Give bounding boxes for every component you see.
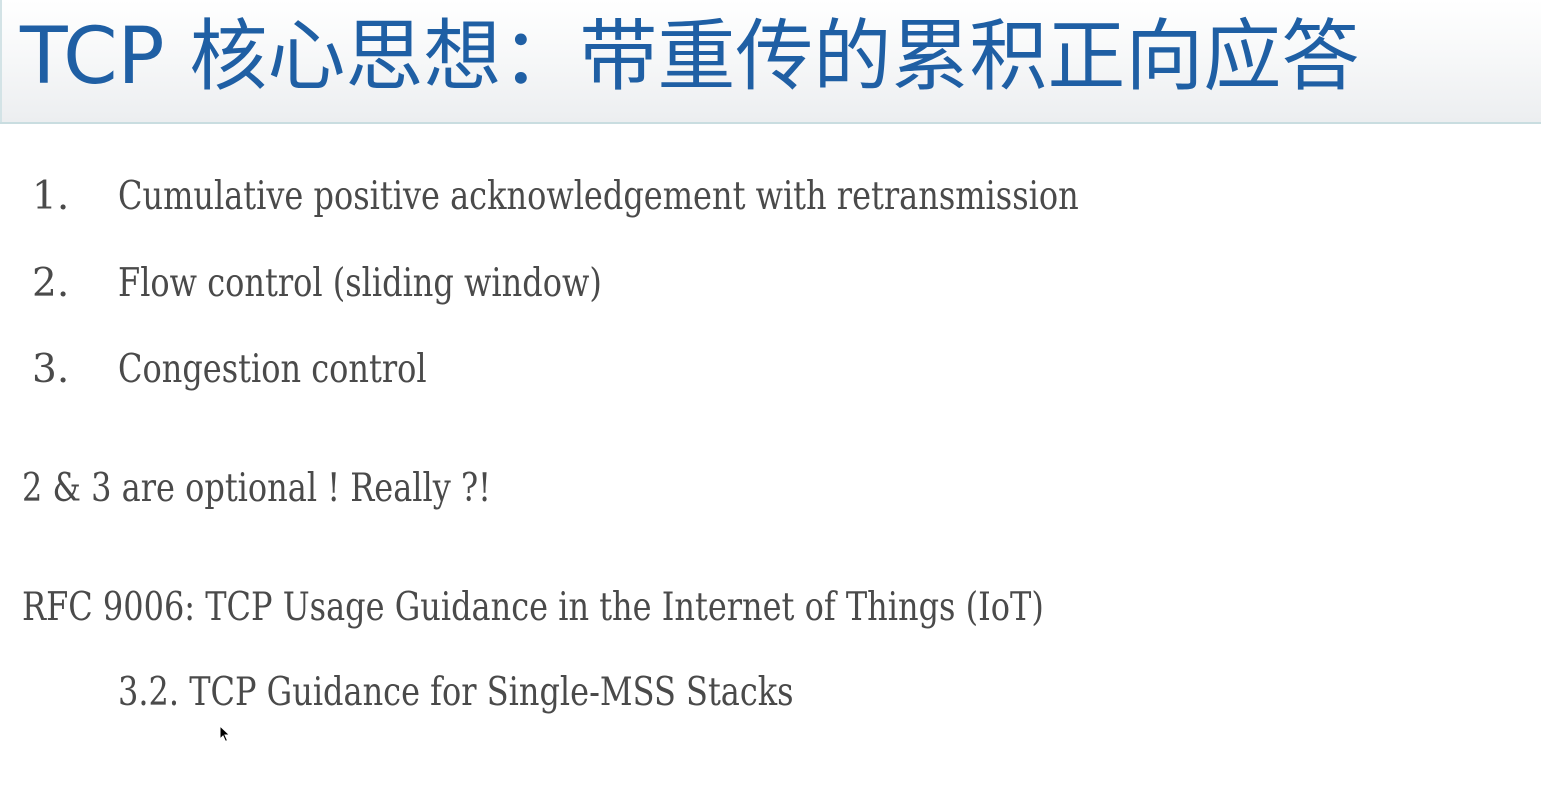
list-item-number: 3. — [32, 347, 70, 392]
list-item-number: 2. — [32, 261, 70, 306]
list-item-label: Cumulative positive acknowledgement with… — [118, 174, 1079, 219]
list-item-label: Congestion control — [118, 347, 427, 392]
title-band: TCP 核心思想：带重传的累积正向应答 — [0, 0, 1541, 124]
optional-note: 2 & 3 are optional ! Really ?! — [22, 466, 491, 511]
rfc-reference: RFC 9006: TCP Usage Guidance in the Inte… — [22, 585, 1044, 630]
rfc-section: 3.2. TCP Guidance for Single-MSS Stacks — [118, 670, 794, 715]
slide: TCP 核心思想：带重传的累积正向应答 1. Cumulative positi… — [0, 0, 1541, 785]
list-item-label: Flow control (sliding window) — [118, 261, 602, 306]
slide-title: TCP 核心思想：带重传的累积正向应答 — [20, 12, 1360, 102]
list-item-number: 1. — [32, 174, 70, 219]
mouse-pointer-icon — [219, 725, 231, 743]
